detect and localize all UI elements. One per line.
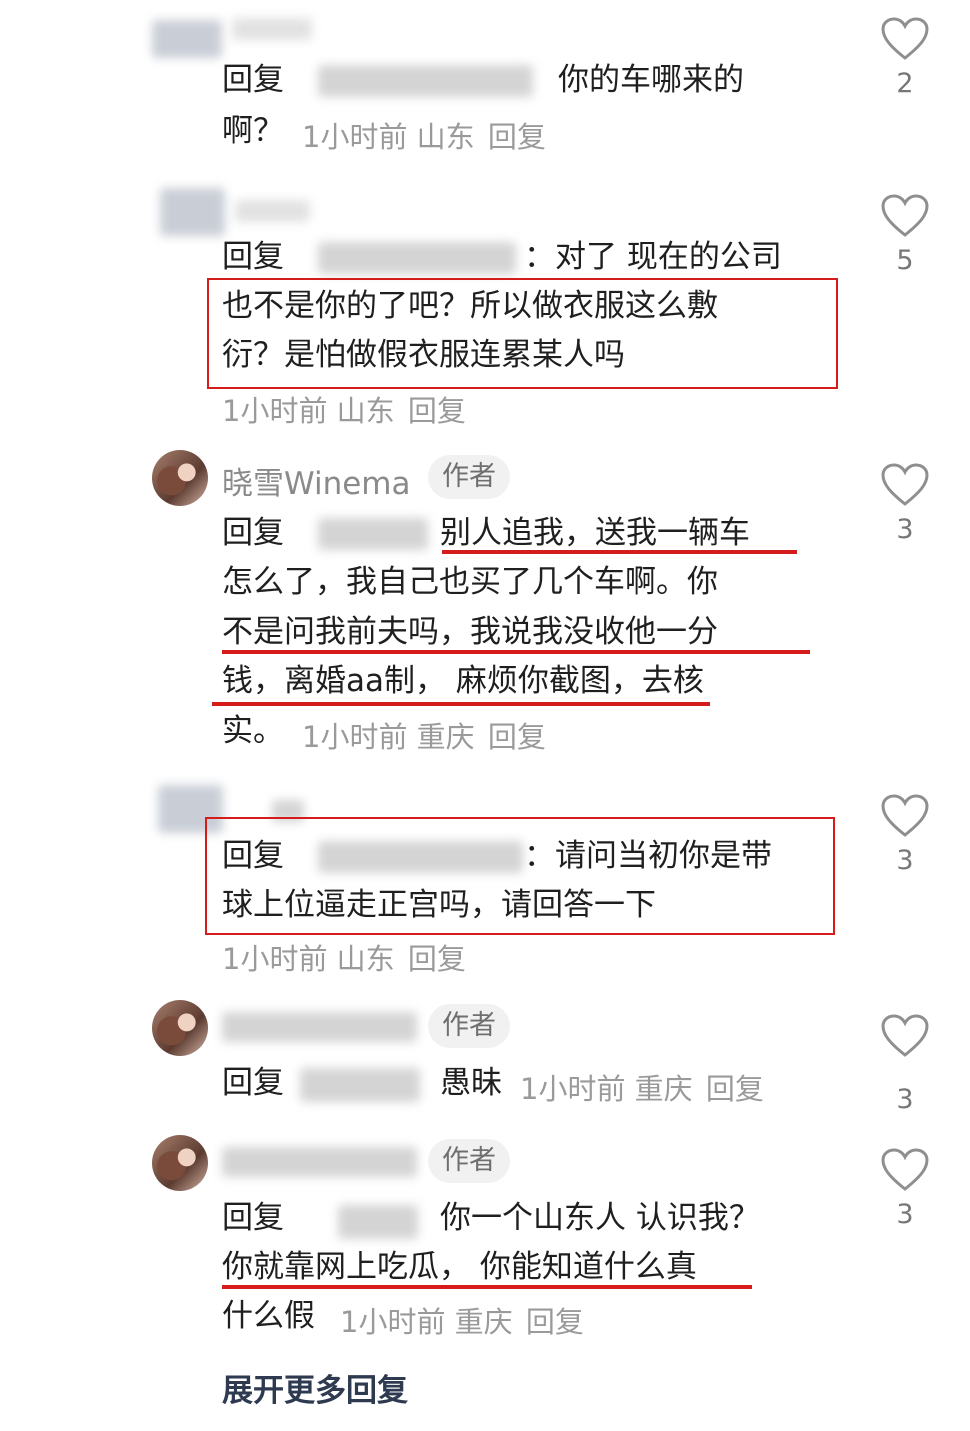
comment-meta: 1小时前 重庆 回复 — [302, 714, 546, 756]
comment-meta: 1小时前 重庆 回复 — [520, 1066, 764, 1108]
like-count: 3 — [896, 1199, 914, 1230]
avatar[interactable] — [152, 1000, 208, 1056]
timestamp: 1小时前 — [520, 1072, 626, 1106]
comment-meta: 1小时前 重庆 回复 — [340, 1299, 584, 1341]
avatar[interactable] — [152, 20, 222, 58]
timestamp: 1小时前 — [340, 1305, 446, 1339]
highlight-underline — [212, 702, 710, 706]
location: 重庆 — [454, 1305, 513, 1339]
avatar[interactable] — [152, 1135, 208, 1191]
comment-text: 怎么了，我自己也买了几个车啊。你 — [222, 564, 718, 600]
heart-outline-icon — [881, 194, 929, 237]
like-button[interactable]: 3 — [875, 1147, 935, 1230]
reply-prefix: 回复 — [222, 515, 284, 551]
mentioned-user[interactable] — [318, 65, 533, 97]
heart-outline-icon — [881, 1148, 929, 1191]
timestamp: 1小时前 — [302, 720, 408, 754]
comment-text: 钱，离婚aa制， 麻烦你截图，去核 — [222, 663, 704, 699]
like-count-holder: 3 — [875, 1078, 935, 1115]
comment-meta: 1小时前 山东 回复 — [302, 114, 546, 156]
reply-link[interactable]: 回复 — [526, 1305, 584, 1339]
location: 重庆 — [634, 1072, 693, 1106]
timestamp: 1小时前 — [302, 120, 408, 154]
reply-prefix: 回复 — [222, 239, 284, 275]
comment-text: 啊？ — [222, 113, 284, 149]
username[interactable] — [222, 1147, 417, 1177]
expand-more-replies[interactable]: 展开更多回复 — [222, 1365, 408, 1410]
like-count: 3 — [896, 1084, 914, 1115]
highlight-underline — [222, 650, 810, 654]
mentioned-user[interactable] — [318, 242, 516, 274]
location: 山东 — [336, 394, 395, 428]
comment-text: 什么假 — [222, 1298, 315, 1334]
like-count: 5 — [896, 245, 914, 276]
comment-text: 你的车哪来的 — [558, 62, 744, 98]
location: 山东 — [416, 120, 475, 154]
comment-meta: 1小时前 山东 回复 — [222, 388, 466, 430]
like-button[interactable]: 3 — [875, 793, 935, 876]
author-badge: 作者 — [428, 1004, 510, 1048]
author-badge: 作者 — [428, 1139, 510, 1183]
mentioned-user[interactable] — [300, 1068, 420, 1102]
username[interactable] — [235, 200, 310, 222]
highlight-box — [207, 278, 838, 389]
username[interactable] — [222, 1012, 417, 1042]
heart-outline-icon — [881, 463, 929, 506]
like-button[interactable]: 3 — [875, 462, 935, 545]
like-count: 3 — [896, 845, 914, 876]
heart-outline-icon — [881, 794, 929, 837]
highlight-underline — [222, 1285, 752, 1289]
reply-prefix: 回复 — [222, 1065, 284, 1101]
reply-link[interactable]: 回复 — [408, 394, 466, 428]
reply-link[interactable]: 回复 — [706, 1072, 764, 1106]
comment-text: ：对了 现在的公司 — [524, 239, 782, 275]
location: 山东 — [336, 942, 395, 976]
comment-meta: 1小时前 山东 回复 — [222, 936, 466, 978]
mentioned-user[interactable] — [318, 518, 428, 550]
heart-outline-icon — [881, 17, 929, 60]
location: 重庆 — [416, 720, 475, 754]
like-count: 2 — [896, 68, 914, 99]
reply-link[interactable]: 回复 — [488, 720, 546, 754]
comment-text: 愚昧 — [440, 1065, 502, 1101]
reply-link[interactable]: 回复 — [408, 942, 466, 976]
avatar[interactable] — [160, 188, 225, 236]
comment-text: 实。 — [222, 713, 284, 749]
like-button[interactable] — [875, 1013, 935, 1059]
reply-prefix: 回复 — [222, 1200, 284, 1236]
username[interactable] — [232, 18, 312, 40]
like-button[interactable]: 2 — [875, 16, 935, 99]
timestamp: 1小时前 — [222, 394, 328, 428]
heart-outline-icon — [881, 1014, 929, 1057]
timestamp: 1小时前 — [222, 942, 328, 976]
highlight-underline — [442, 550, 797, 554]
like-button[interactable]: 5 — [875, 193, 935, 276]
avatar[interactable] — [152, 450, 208, 506]
highlight-box — [205, 817, 835, 935]
like-count: 3 — [896, 514, 914, 545]
comment-text: 你一个山东人 认识我？ — [440, 1200, 760, 1236]
author-badge: 作者 — [428, 455, 510, 499]
username[interactable]: 晓雪Winema — [222, 458, 411, 503]
reply-link[interactable]: 回复 — [488, 120, 546, 154]
reply-prefix: 回复 — [222, 62, 284, 98]
mentioned-user[interactable] — [338, 1205, 418, 1239]
